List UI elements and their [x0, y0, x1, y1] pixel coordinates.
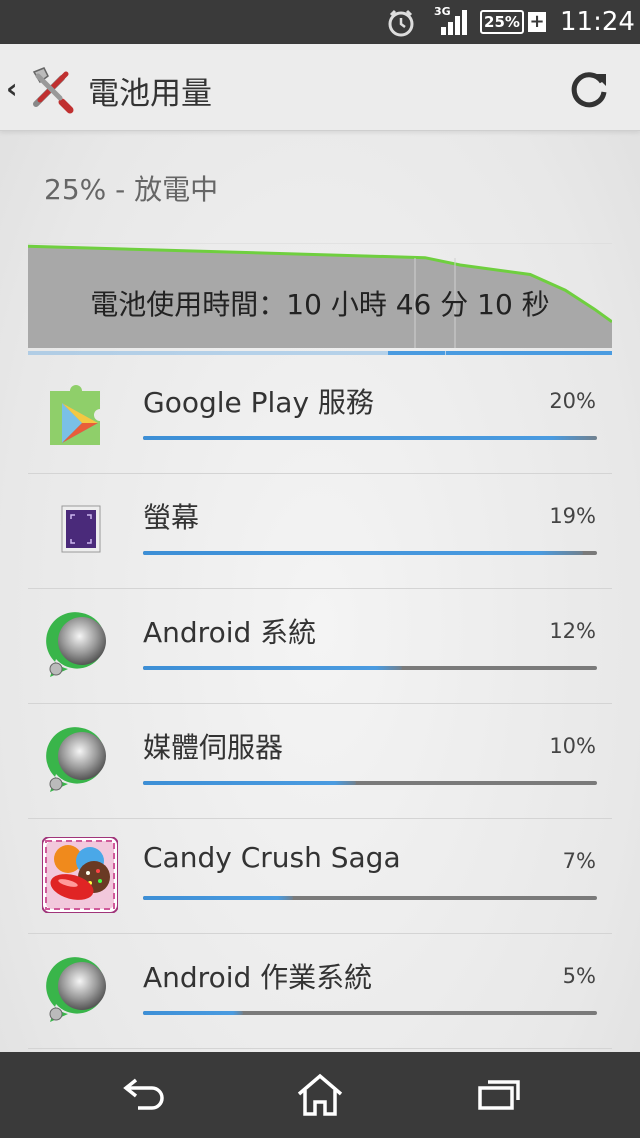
chevron-left-icon[interactable]: ‹ [6, 72, 18, 105]
battery-percent: 25% [484, 13, 520, 31]
usage-percent: 20% [549, 389, 596, 413]
usage-percent: 10% [549, 734, 596, 758]
list-item[interactable]: Candy Crush Saga 7% [28, 819, 612, 934]
usage-list: Google Play 服務 20% 螢幕 19% Android 系統 12% [28, 359, 612, 1049]
usage-bar-track [143, 1011, 597, 1015]
alarm-clock-icon [388, 9, 414, 37]
graph-activity-segment [446, 351, 612, 355]
list-item[interactable]: 媒體伺服器 10% [28, 704, 612, 819]
back-icon[interactable] [118, 1072, 168, 1118]
app-name: 媒體伺服器 [143, 731, 284, 764]
usage-percent: 12% [549, 619, 596, 643]
usage-bar-fill [143, 896, 293, 900]
usage-bar-fill [143, 1011, 243, 1015]
google-play-services-icon [50, 385, 100, 445]
usage-percent: 5% [562, 964, 596, 988]
usage-bar-fill [143, 781, 357, 785]
recent-apps-icon[interactable] [474, 1072, 524, 1118]
usage-percent: 19% [549, 504, 596, 528]
list-item[interactable]: 螢幕 19% [28, 474, 612, 589]
battery-history-graph[interactable] [28, 243, 612, 358]
app-name: 螢幕 [143, 501, 200, 534]
battery-icon: 25% [480, 10, 524, 34]
candy-crush-icon [42, 837, 118, 913]
navigation-bar [0, 1052, 640, 1138]
battery-level-area [28, 246, 612, 348]
usage-bar-track [143, 896, 597, 900]
media-server-icon [46, 727, 106, 792]
app-name: Candy Crush Saga [143, 841, 401, 874]
app-name: Google Play 服務 [143, 386, 374, 419]
list-item[interactable]: Android 作業系統 5% [28, 934, 612, 1049]
usage-bar-track [143, 436, 597, 440]
signal-icon [441, 10, 467, 35]
refresh-icon[interactable] [566, 66, 612, 112]
usage-bar-fill [143, 436, 597, 440]
android-os-icon [46, 957, 106, 1022]
screen-icon [61, 505, 101, 553]
graph-activity-segment [388, 351, 445, 355]
list-item[interactable]: Android 系統 12% [28, 589, 612, 704]
page-title: 電池用量 [88, 76, 212, 112]
app-name: Android 系統 [143, 616, 317, 649]
app-name: Android 作業系統 [143, 961, 373, 994]
battery-status-summary: 25% - 放電中 [44, 173, 219, 206]
usage-bar-track [143, 551, 597, 555]
status-time: 11:24 [560, 7, 635, 37]
usage-percent: 7% [562, 849, 596, 873]
usage-bar-track [143, 666, 597, 670]
android-system-icon [46, 612, 106, 677]
status-bar: 3G 25% + 11:24 [0, 0, 640, 44]
usage-bar-track [143, 781, 597, 785]
settings-tools-icon[interactable] [26, 64, 76, 114]
charging-indicator: + [528, 11, 546, 32]
list-item[interactable]: Google Play 服務 20% [28, 359, 612, 474]
action-bar: ‹ 電池用量 [0, 44, 640, 131]
usage-bar-fill [143, 551, 584, 555]
usage-bar-fill [143, 666, 402, 670]
home-icon[interactable] [295, 1072, 345, 1118]
